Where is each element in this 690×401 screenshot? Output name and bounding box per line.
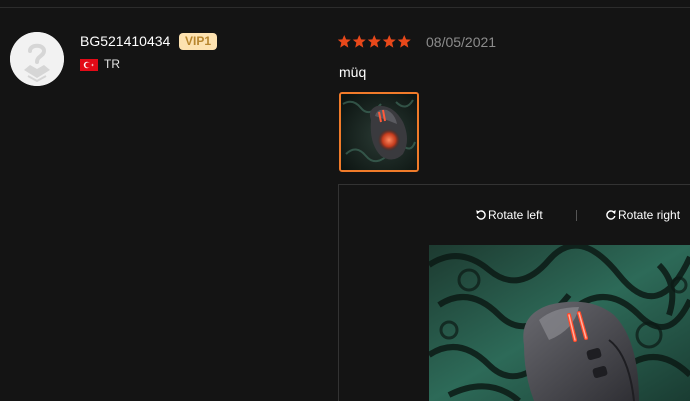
review-page: BG521410434 VIP1 TR 08/05/2021 müq Rotat… <box>0 0 690 401</box>
rating-stars <box>337 34 411 49</box>
review-date: 08/05/2021 <box>426 34 497 50</box>
rotate-left-icon <box>476 210 486 220</box>
review-text: müq <box>339 64 367 80</box>
rotate-right-label: Rotate right <box>618 208 681 222</box>
top-divider <box>0 7 690 8</box>
star-icon <box>397 34 411 48</box>
star-icon <box>382 34 396 48</box>
star-icon <box>367 34 381 48</box>
star-icon <box>337 34 351 48</box>
rotate-separator <box>576 210 577 221</box>
default-avatar-icon <box>10 32 64 86</box>
vip-badge: VIP1 <box>179 33 217 50</box>
rotate-right-icon <box>606 210 616 220</box>
review-photo-thumbnail[interactable] <box>339 92 419 172</box>
rotate-left-button[interactable]: Rotate left <box>475 206 543 224</box>
reviewer-name: BG521410434 <box>80 33 171 49</box>
review-photo-large <box>429 245 690 401</box>
star-icon <box>352 34 366 48</box>
rotate-left-label: Rotate left <box>488 208 543 222</box>
turkey-flag-icon <box>80 58 98 71</box>
reviewer-country: TR <box>104 57 120 71</box>
rotate-right-button[interactable]: Rotate right <box>605 206 680 224</box>
